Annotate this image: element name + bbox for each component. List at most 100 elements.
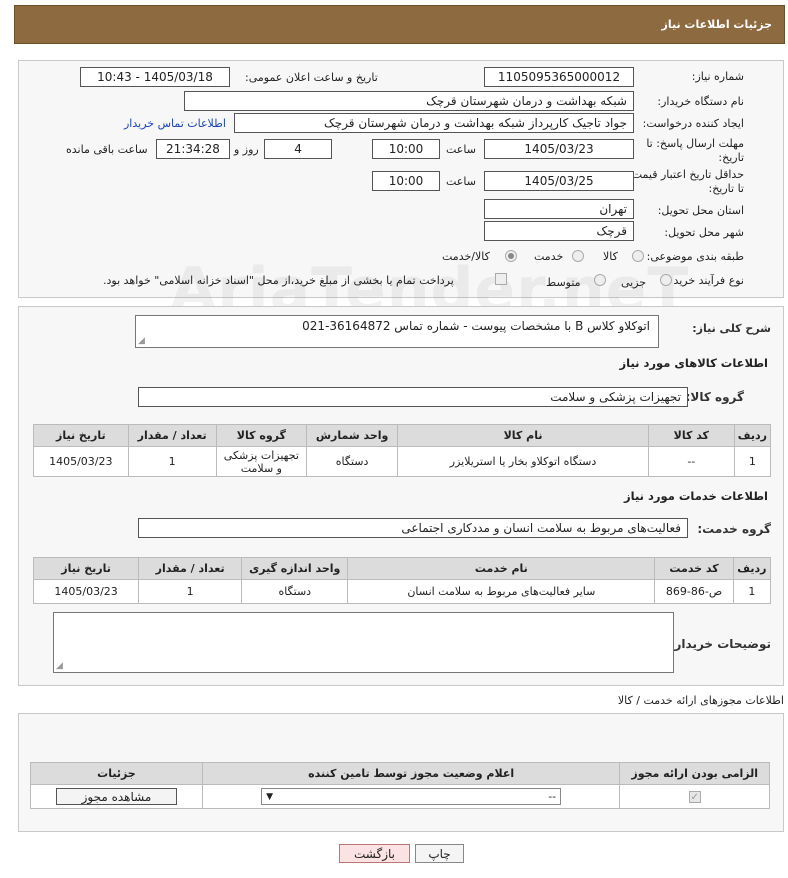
services-col-row: ردیف bbox=[732, 557, 772, 580]
services-cell-unit: دستگاه bbox=[241, 579, 349, 604]
goods-cell-unit: دستگاه bbox=[305, 446, 399, 477]
chevron-down-icon: ▼ bbox=[266, 791, 274, 802]
permit-required-checkbox: ✓ bbox=[688, 791, 701, 803]
description-text: اتوکلاو کلاس B با مشخصات پیوست - شماره ت… bbox=[302, 319, 650, 333]
goods-group-field: تجهیزات پزشکی و سلامت bbox=[138, 387, 688, 407]
category-option-service-label: خدمت bbox=[534, 250, 564, 263]
city-field: قرچک bbox=[484, 221, 634, 241]
goods-table-header: ردیف کد کالا نام کالا واحد شمارش گروه کا… bbox=[33, 424, 772, 447]
services-group-label: گروه خدمت: bbox=[697, 522, 771, 536]
services-col-code: کد خدمت bbox=[654, 557, 734, 580]
permits-cell-required: ✓ bbox=[619, 784, 770, 809]
back-button[interactable]: بازگشت bbox=[339, 844, 410, 863]
goods-cell-name: دستگاه اتوکلاو بخار یا استریلایزر bbox=[397, 446, 649, 477]
description-label: شرح کلی نیاز: bbox=[692, 322, 771, 335]
category-option-both-label: کالا/خدمت bbox=[442, 250, 490, 263]
resize-handle-icon[interactable]: ◢ bbox=[138, 336, 145, 346]
goods-table: ردیف کد کالا نام کالا واحد شمارش گروه کا… bbox=[33, 424, 772, 477]
process-option-minor-label: جزیی bbox=[621, 276, 647, 289]
goods-section-title: اطلاعات کالاهای مورد نیاز bbox=[619, 356, 768, 370]
table-row: ✓ -- ▼ مشاهده مجوز bbox=[30, 784, 770, 809]
process-option-medium-radio[interactable] bbox=[594, 274, 606, 286]
validity-time-label: ساعت bbox=[446, 175, 476, 188]
services-col-qty: تعداد / مقدار bbox=[138, 557, 243, 580]
services-col-name: نام خدمت bbox=[347, 557, 656, 580]
goods-col-date: تاریخ نیاز bbox=[33, 424, 129, 447]
permits-cell-details: مشاهده مجوز bbox=[30, 784, 203, 809]
resize-handle-icon[interactable]: ◢ bbox=[56, 661, 63, 671]
page-title: جزئیات اطلاعات نیاز bbox=[661, 18, 773, 31]
table-row: 1 -- دستگاه اتوکلاو بخار یا استریلایزر د… bbox=[33, 446, 772, 477]
creator-label: ایجاد کننده درخواست: bbox=[642, 117, 744, 130]
permits-cell-status: -- ▼ bbox=[201, 784, 621, 809]
services-section-title: اطلاعات خدمات مورد نیاز bbox=[624, 489, 768, 503]
buyer-label: نام دستگاه خریدار: bbox=[657, 95, 744, 108]
days-label: روز و bbox=[234, 143, 259, 156]
treasury-payment-note: پرداخت تمام یا بخشی از مبلغ خرید،از محل … bbox=[103, 274, 454, 287]
announce-label: تاریخ و ساعت اعلان عمومی: bbox=[245, 71, 378, 84]
process-option-medium-label: متوسط bbox=[546, 276, 581, 289]
goods-col-unit: واحد شمارش bbox=[305, 424, 399, 447]
goods-cell-date: 1405/03/23 bbox=[33, 446, 129, 477]
validity-date-field: 1405/03/25 bbox=[484, 171, 634, 191]
province-label: استان محل تحویل: bbox=[657, 204, 744, 217]
view-permit-button[interactable]: مشاهده مجوز bbox=[55, 788, 177, 805]
goods-col-code: کد کالا bbox=[647, 424, 735, 447]
goods-group-label: گروه کالا: bbox=[685, 390, 744, 404]
buyer-contact-link[interactable]: اطلاعات تماس خریدار bbox=[124, 117, 226, 130]
services-col-date: تاریخ نیاز bbox=[32, 557, 140, 580]
buyer-notes-textarea[interactable]: ◢ bbox=[53, 612, 674, 673]
province-field: تهران bbox=[484, 199, 634, 219]
remaining-label: ساعت باقی مانده bbox=[66, 143, 148, 156]
permits-col-status: اعلام وضعیت مجوز توسط تامین کننده bbox=[201, 762, 621, 785]
permits-table-header: الزامی بودن ارائه مجوز اعلام وضعیت مجوز … bbox=[30, 762, 770, 785]
permits-col-required: الزامی بودن ارائه مجوز bbox=[619, 762, 770, 785]
days-field: 4 bbox=[264, 139, 332, 159]
services-group-field: فعالیت‌های مربوط به سلامت انسان و مددکار… bbox=[138, 518, 688, 538]
goods-cell-row: 1 bbox=[733, 446, 772, 477]
permit-status-value: -- bbox=[548, 790, 557, 803]
category-option-both-radio[interactable] bbox=[505, 250, 517, 262]
print-button[interactable]: چاپ bbox=[415, 844, 464, 863]
services-cell-date: 1405/03/23 bbox=[32, 579, 140, 604]
need-number-label: شماره نیاز: bbox=[691, 70, 744, 83]
process-option-minor-radio[interactable] bbox=[660, 274, 672, 286]
remaining-time-field: 21:34:28 bbox=[156, 139, 230, 159]
category-option-goods-radio[interactable] bbox=[632, 250, 644, 262]
treasury-payment-checkbox[interactable] bbox=[495, 273, 507, 285]
services-cell-qty: 1 bbox=[138, 579, 243, 604]
buyer-field: شبکه بهداشت و درمان شهرستان قرچک bbox=[184, 91, 634, 111]
page-header: جزئیات اطلاعات نیاز bbox=[14, 5, 785, 44]
goods-cell-group: تجهیزات پزشکی و سلامت bbox=[215, 446, 307, 477]
goods-col-row: ردیف bbox=[733, 424, 772, 447]
services-table: ردیف کد خدمت نام خدمت واحد اندازه گیری ت… bbox=[32, 557, 772, 604]
creator-field: جواد تاجیک کارپرداز شبکه بهداشت و درمان … bbox=[234, 113, 634, 133]
services-cell-row: 1 bbox=[732, 579, 772, 604]
goods-cell-code: -- bbox=[647, 446, 735, 477]
category-option-service-radio[interactable] bbox=[572, 250, 584, 262]
description-textarea[interactable]: اتوکلاو کلاس B با مشخصات پیوست - شماره ت… bbox=[135, 315, 659, 348]
buyer-notes-label: توضیحات خریدار: bbox=[669, 637, 771, 651]
category-label: طبقه بندی موضوعی: bbox=[646, 250, 744, 263]
goods-cell-qty: 1 bbox=[127, 446, 217, 477]
need-number-field: 1105095365000012 bbox=[484, 67, 634, 87]
services-col-unit: واحد اندازه گیری bbox=[241, 557, 349, 580]
permits-table: الزامی بودن ارائه مجوز اعلام وضعیت مجوز … bbox=[30, 762, 770, 809]
validity-label: حداقل تاریخ اعتبار قیمت: bbox=[628, 168, 744, 181]
table-row: 1 ص-86-869 سایر فعالیت‌های مربوط به سلام… bbox=[32, 579, 772, 604]
goods-col-qty: تعداد / مقدار bbox=[127, 424, 217, 447]
permit-status-select[interactable]: -- ▼ bbox=[261, 788, 562, 805]
process-label: نوع فرآیند خرید : bbox=[666, 274, 744, 287]
deadline-time-field: 10:00 bbox=[372, 139, 440, 159]
deadline-label: مهلت ارسال پاسخ: تا bbox=[646, 137, 744, 150]
validity-label-date: تا تاریخ: bbox=[708, 182, 744, 195]
services-cell-name: سایر فعالیت‌های مربوط به سلامت انسان bbox=[347, 579, 656, 604]
validity-time-field: 10:00 bbox=[372, 171, 440, 191]
category-option-goods-label: کالا bbox=[603, 250, 618, 263]
goods-col-group: گروه کالا bbox=[215, 424, 307, 447]
deadline-date-field: 1405/03/23 bbox=[484, 139, 634, 159]
goods-col-name: نام کالا bbox=[397, 424, 649, 447]
announce-field: 1405/03/18 - 10:43 bbox=[80, 67, 230, 87]
deadline-label-date: تاریخ: bbox=[718, 151, 744, 164]
permits-section-title: اطلاعات مجوزهای ارائه خدمت / کالا bbox=[617, 694, 784, 707]
